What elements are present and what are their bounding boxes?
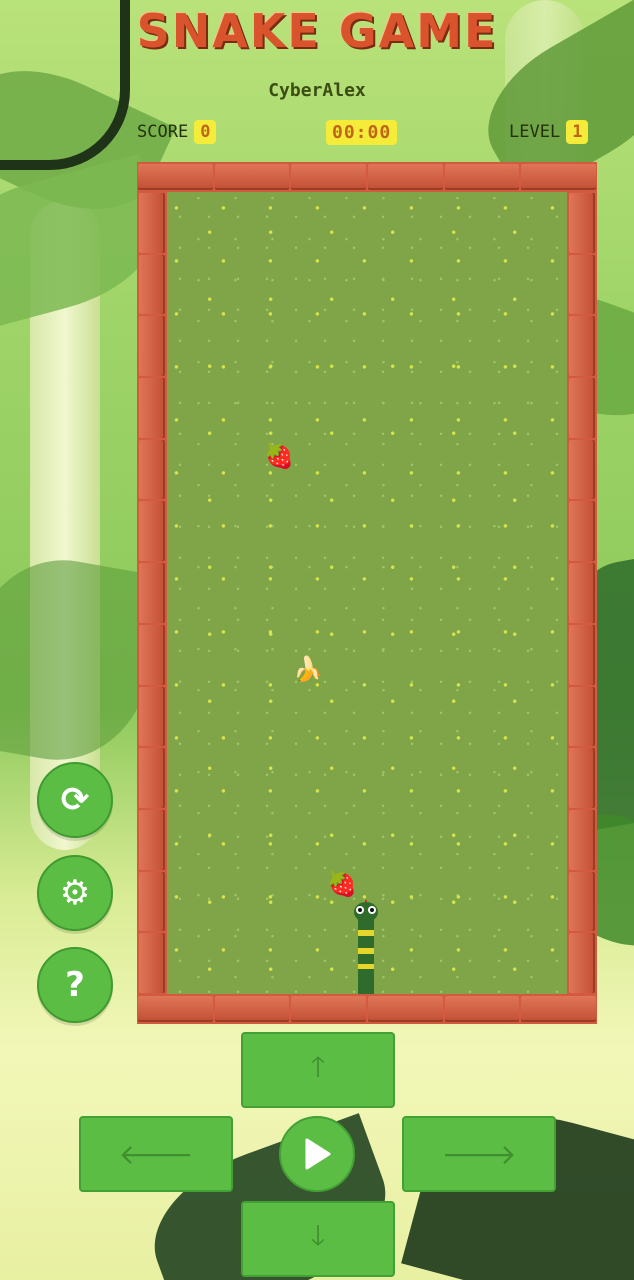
player-name: CyberAlex [268, 80, 366, 101]
level-display: LEVEL 1 [509, 118, 589, 146]
arrow-right-icon: 🡒 [441, 1138, 517, 1171]
score-label: SCORE [137, 122, 189, 142]
restart-button[interactable]: ⟳ [37, 762, 113, 838]
play-button[interactable] [279, 1116, 355, 1192]
bottom-wall [137, 994, 597, 1024]
timer-display: 00:00 [326, 118, 398, 146]
right-wall [567, 192, 597, 994]
arrow-left-icon: 🡐 [118, 1138, 194, 1171]
move-down-button[interactable]: 🡓 [241, 1201, 395, 1277]
left-wall [137, 192, 167, 994]
banana-fruit: 🍌 [293, 655, 323, 683]
restart-icon: ⟳ [60, 780, 90, 820]
arrow-up-icon: 🡑 [310, 1050, 326, 1083]
settings-icon: ⚙ [59, 873, 91, 913]
settings-button[interactable]: ⚙ [37, 855, 113, 931]
game-board: 🍓 🍌 🍓 [137, 162, 597, 1024]
score-display: SCORE 0 [137, 118, 217, 146]
timer-value: 00:00 [326, 119, 398, 145]
play-icon [305, 1138, 331, 1170]
strawberry-fruit: 🍓 [327, 870, 357, 898]
move-left-button[interactable]: 🡐 [79, 1116, 233, 1192]
move-up-button[interactable]: 🡑 [241, 1032, 395, 1108]
game-title: SNAKE GAME [136, 4, 498, 58]
move-right-button[interactable]: 🡒 [402, 1116, 556, 1192]
help-icon: ? [65, 965, 85, 1005]
help-button[interactable]: ? [37, 947, 113, 1023]
grass-field: 🍓 🍌 🍓 [167, 192, 567, 994]
arrow-down-icon: 🡓 [310, 1219, 326, 1252]
strawberry-fruit: 🍓 [264, 442, 294, 470]
score-value: 0 [194, 120, 217, 144]
level-label: LEVEL [509, 122, 561, 142]
top-wall [137, 162, 597, 192]
level-value: 1 [566, 120, 589, 144]
snake [354, 900, 378, 994]
